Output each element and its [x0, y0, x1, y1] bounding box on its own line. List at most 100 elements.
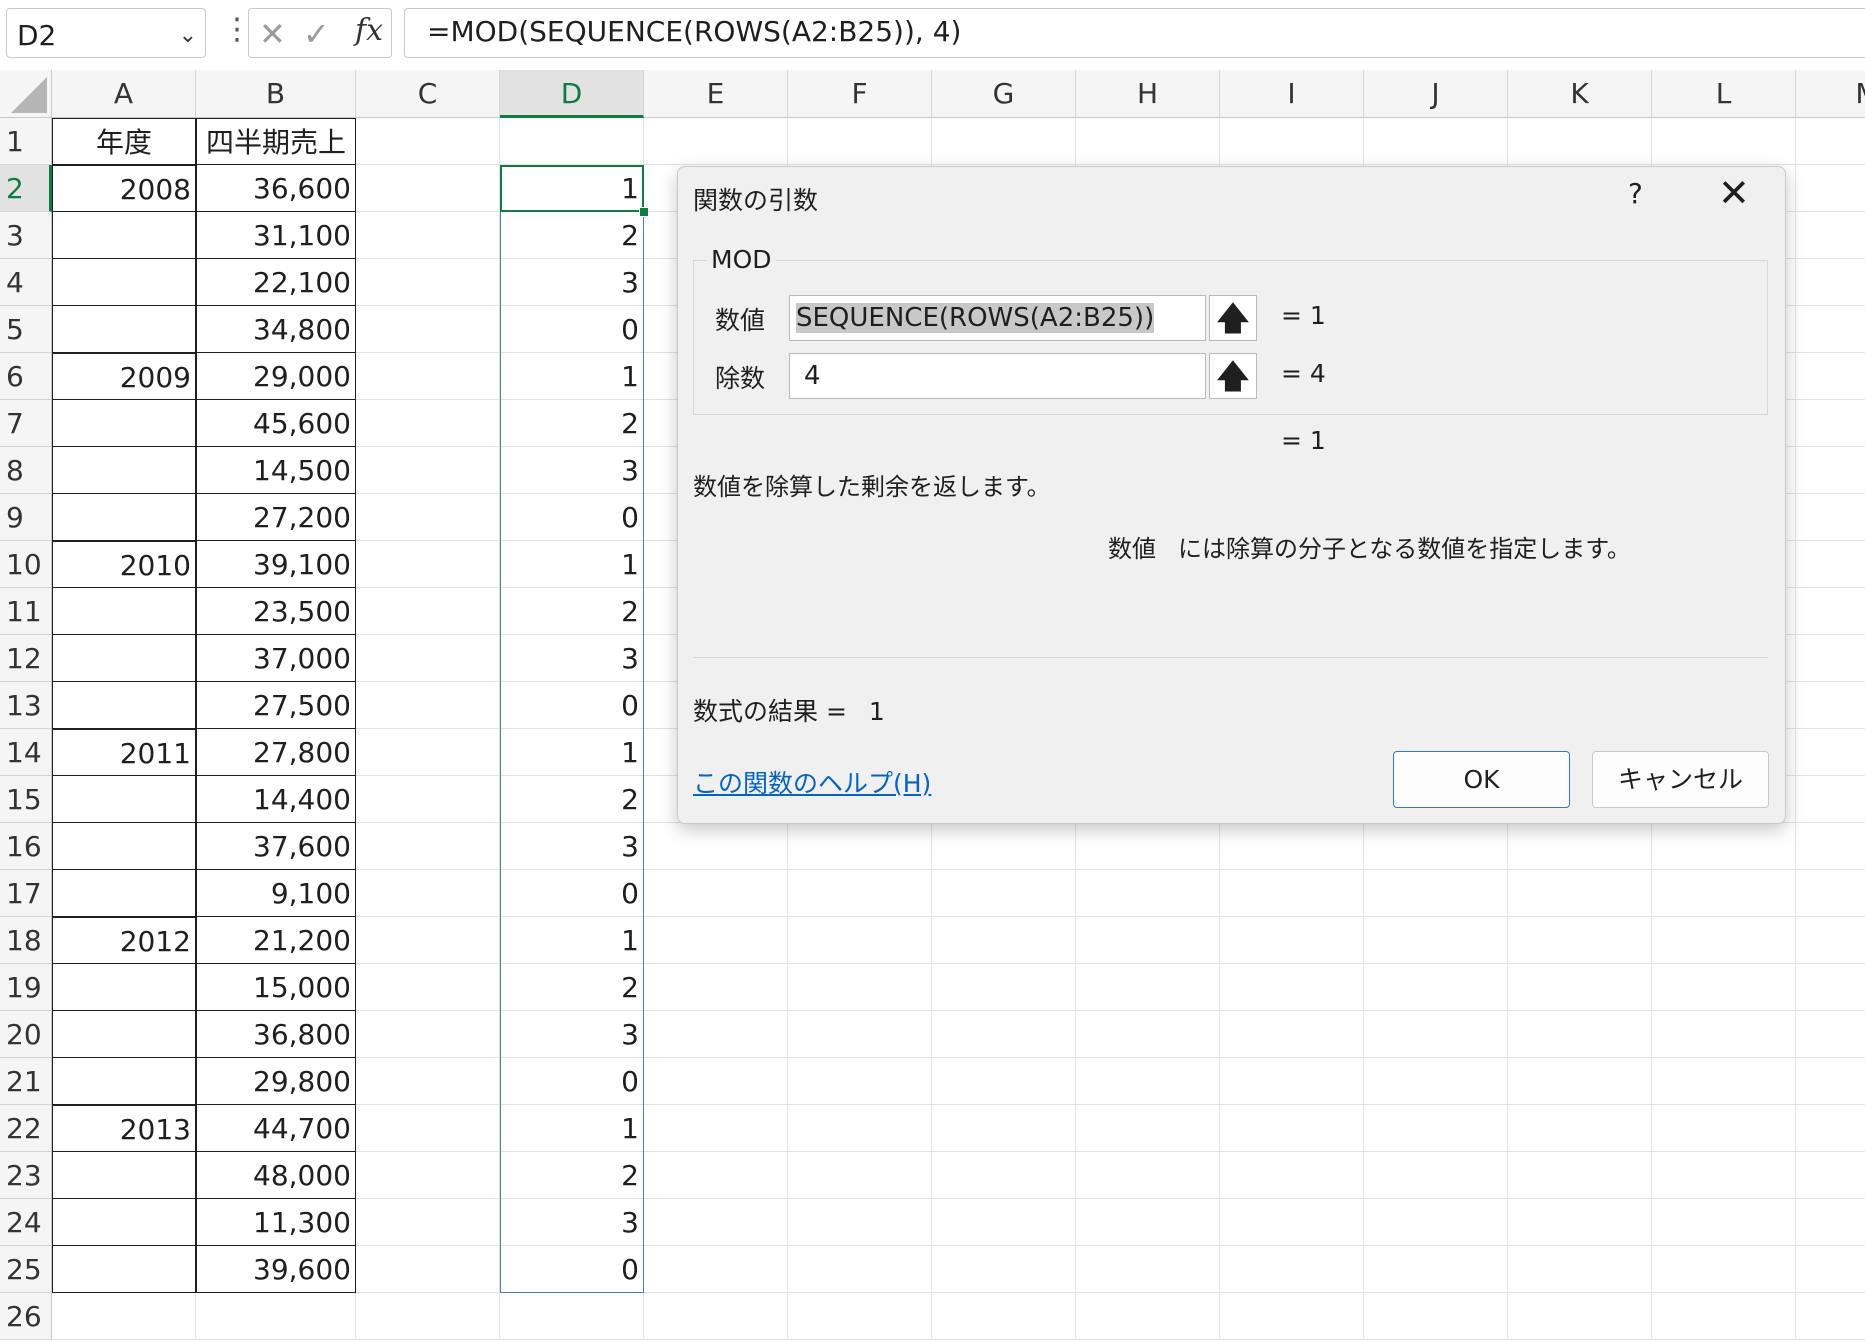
- cell-l17[interactable]: [1652, 870, 1796, 917]
- cell-b5[interactable]: 34,800: [196, 306, 356, 353]
- row-header-23[interactable]: 23: [0, 1152, 52, 1199]
- cell-h16[interactable]: [1076, 823, 1220, 870]
- column-header-e[interactable]: E: [644, 70, 788, 118]
- cell-d7[interactable]: 2: [500, 400, 644, 447]
- cell-j18[interactable]: [1364, 917, 1508, 964]
- cell-a13[interactable]: [52, 682, 196, 729]
- cell-g21[interactable]: [932, 1058, 1076, 1105]
- select-all-button[interactable]: [0, 70, 52, 118]
- cell-a3[interactable]: [52, 212, 196, 259]
- cell-d1[interactable]: [500, 118, 644, 165]
- cell-c26[interactable]: [356, 1293, 500, 1340]
- chevron-down-icon[interactable]: ⌄: [179, 23, 197, 48]
- cell-m25[interactable]: [1796, 1246, 1865, 1293]
- cell-m24[interactable]: [1796, 1199, 1865, 1246]
- cell-b20[interactable]: 36,800: [196, 1011, 356, 1058]
- cell-e18[interactable]: [644, 917, 788, 964]
- cell-b22[interactable]: 44,700: [196, 1105, 356, 1152]
- cell-a12[interactable]: [52, 635, 196, 682]
- cell-a15[interactable]: [52, 776, 196, 823]
- cell-d25[interactable]: 0: [500, 1246, 644, 1293]
- cell-a7[interactable]: [52, 400, 196, 447]
- cell-j19[interactable]: [1364, 964, 1508, 1011]
- cell-i17[interactable]: [1220, 870, 1364, 917]
- row-header-17[interactable]: 17: [0, 870, 52, 917]
- row-header-8[interactable]: 8: [0, 447, 52, 494]
- cell-d19[interactable]: 2: [500, 964, 644, 1011]
- cell-e24[interactable]: [644, 1199, 788, 1246]
- cell-b4[interactable]: 22,100: [196, 259, 356, 306]
- column-header-g[interactable]: G: [932, 70, 1076, 118]
- cell-d5[interactable]: 0: [500, 306, 644, 353]
- cell-k19[interactable]: [1508, 964, 1652, 1011]
- cell-b19[interactable]: 15,000: [196, 964, 356, 1011]
- cell-e19[interactable]: [644, 964, 788, 1011]
- row-header-20[interactable]: 20: [0, 1011, 52, 1058]
- cell-g16[interactable]: [932, 823, 1076, 870]
- cell-m22[interactable]: [1796, 1105, 1865, 1152]
- cell-f1[interactable]: [788, 118, 932, 165]
- row-header-12[interactable]: 12: [0, 635, 52, 682]
- cell-i20[interactable]: [1220, 1011, 1364, 1058]
- cell-m3[interactable]: [1796, 212, 1865, 259]
- cell-a19[interactable]: [52, 964, 196, 1011]
- cancel-icon[interactable]: ✕: [259, 15, 286, 53]
- cell-b2[interactable]: 36,600: [196, 165, 356, 212]
- column-header-j[interactable]: J: [1364, 70, 1508, 118]
- cell-h22[interactable]: [1076, 1105, 1220, 1152]
- cell-d20[interactable]: 3: [500, 1011, 644, 1058]
- cell-c22[interactable]: [356, 1105, 500, 1152]
- cell-d18[interactable]: 1: [500, 917, 644, 964]
- cell-j24[interactable]: [1364, 1199, 1508, 1246]
- cell-a9[interactable]: [52, 494, 196, 541]
- cell-c14[interactable]: [356, 729, 500, 776]
- cell-e16[interactable]: [644, 823, 788, 870]
- cell-d8[interactable]: 3: [500, 447, 644, 494]
- cell-m13[interactable]: [1796, 682, 1865, 729]
- cell-c19[interactable]: [356, 964, 500, 1011]
- cell-k20[interactable]: [1508, 1011, 1652, 1058]
- cell-c2[interactable]: [356, 165, 500, 212]
- cell-l22[interactable]: [1652, 1105, 1796, 1152]
- cell-i19[interactable]: [1220, 964, 1364, 1011]
- row-header-10[interactable]: 10: [0, 541, 52, 588]
- cell-c17[interactable]: [356, 870, 500, 917]
- cell-d10[interactable]: 1: [500, 541, 644, 588]
- cell-k23[interactable]: [1508, 1152, 1652, 1199]
- cell-b11[interactable]: 23,500: [196, 588, 356, 635]
- cell-i1[interactable]: [1220, 118, 1364, 165]
- cell-m17[interactable]: [1796, 870, 1865, 917]
- cell-d15[interactable]: 2: [500, 776, 644, 823]
- cell-a11[interactable]: [52, 588, 196, 635]
- cell-g20[interactable]: [932, 1011, 1076, 1058]
- cell-l16[interactable]: [1652, 823, 1796, 870]
- cell-l21[interactable]: [1652, 1058, 1796, 1105]
- cell-a17[interactable]: [52, 870, 196, 917]
- cell-g25[interactable]: [932, 1246, 1076, 1293]
- cell-m4[interactable]: [1796, 259, 1865, 306]
- cell-a23[interactable]: [52, 1152, 196, 1199]
- column-header-a[interactable]: A: [52, 70, 196, 118]
- cell-d16[interactable]: 3: [500, 823, 644, 870]
- cell-j23[interactable]: [1364, 1152, 1508, 1199]
- cell-d2[interactable]: 1: [500, 165, 644, 212]
- cell-k1[interactable]: [1508, 118, 1652, 165]
- cell-i22[interactable]: [1220, 1105, 1364, 1152]
- cell-c10[interactable]: [356, 541, 500, 588]
- cell-g1[interactable]: [932, 118, 1076, 165]
- row-header-24[interactable]: 24: [0, 1199, 52, 1246]
- cell-f24[interactable]: [788, 1199, 932, 1246]
- cell-m10[interactable]: [1796, 541, 1865, 588]
- cell-j16[interactable]: [1364, 823, 1508, 870]
- cell-d3[interactable]: 2: [500, 212, 644, 259]
- cell-m1[interactable]: [1796, 118, 1865, 165]
- cell-e23[interactable]: [644, 1152, 788, 1199]
- cell-b3[interactable]: 31,100: [196, 212, 356, 259]
- row-header-15[interactable]: 15: [0, 776, 52, 823]
- cell-f23[interactable]: [788, 1152, 932, 1199]
- cell-m9[interactable]: [1796, 494, 1865, 541]
- row-header-25[interactable]: 25: [0, 1246, 52, 1293]
- column-header-l[interactable]: L: [1652, 70, 1796, 118]
- cell-m19[interactable]: [1796, 964, 1865, 1011]
- cell-k17[interactable]: [1508, 870, 1652, 917]
